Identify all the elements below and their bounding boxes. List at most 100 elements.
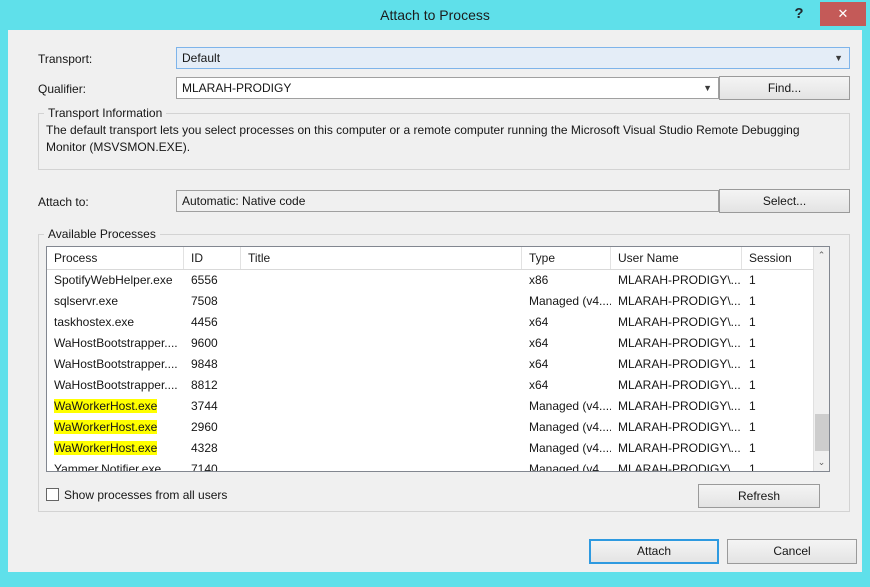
qualifier-label: Qualifier:: [38, 82, 87, 96]
cell-title: [241, 270, 522, 291]
cell-session: 1: [749, 441, 756, 455]
transport-combobox[interactable]: Default ▼: [176, 47, 850, 69]
attach-to-process-dialog: Attach to Process ? ✕ Transport: Default…: [0, 0, 870, 587]
table-row[interactable]: Yammer.Notifier.exe 7140 Managed (v4.... ML…: [47, 459, 813, 472]
cell-type: x64: [529, 336, 549, 350]
cell-title: [241, 438, 522, 459]
qualifier-combobox[interactable]: MLARAH-PRODIGY ▼: [176, 77, 719, 99]
table-row[interactable]: WaHostBootstrapper.... 9600 x64 MLARAH-PROD…: [47, 333, 813, 354]
cell-title: [241, 354, 522, 375]
checkbox-box[interactable]: [46, 488, 59, 501]
highlight-annotation: WaWorkerHost.exe: [54, 441, 158, 455]
cell-id: 9848: [191, 357, 218, 371]
cell-session: 1: [749, 336, 756, 350]
process-list-scrollbar[interactable]: ⌃ ⌄: [813, 247, 829, 471]
cell-type: Managed (v4....: [529, 441, 611, 455]
cell-title: [241, 396, 522, 417]
cell-title: [241, 459, 522, 471]
cell-user: MLARAH-PRODIGY\...: [618, 399, 741, 413]
cell-title: [241, 291, 522, 312]
cell-session: 1: [749, 378, 756, 392]
cell-user: MLARAH-PRODIGY\...: [618, 336, 741, 350]
cell-process: WaWorkerHost.exe: [47, 417, 184, 438]
process-list-body: SpotifyWebHelper.exe 6556 x86 MLARAH-PRODIG…: [47, 270, 813, 472]
highlight-annotation: WaWorkerHost.exe: [54, 399, 158, 413]
attach-to-value: Automatic: Native code: [176, 190, 719, 212]
table-row[interactable]: WaWorkerHost.exe 3744 Managed (v4.... MLARA…: [47, 396, 813, 417]
cell-user: MLARAH-PRODIGY\...: [618, 357, 741, 371]
table-row[interactable]: sqlservr.exe 7508 Managed (v4.... MLARAH-PR…: [47, 291, 813, 312]
cell-session: 1: [749, 357, 756, 371]
scroll-up-icon[interactable]: ⌃: [814, 247, 829, 264]
cell-process: taskhostex.exe: [54, 315, 135, 329]
show-all-users-label: Show processes from all users: [64, 488, 228, 502]
help-icon[interactable]: ?: [786, 0, 812, 28]
transport-value: Default: [182, 51, 221, 65]
refresh-button[interactable]: Refresh: [698, 484, 820, 508]
scrollbar-thumb[interactable]: [815, 414, 829, 451]
table-row[interactable]: WaHostBootstrapper.... 9848 x64 MLARAH-PROD…: [47, 354, 813, 375]
cell-type: Managed (v4....: [529, 294, 611, 308]
cell-type: x86: [529, 273, 549, 287]
column-header-process[interactable]: Process: [47, 247, 184, 269]
process-list[interactable]: Process ID Title Type User Name Session …: [46, 246, 830, 472]
column-header-id[interactable]: ID: [184, 247, 241, 269]
cell-id: 2960: [191, 420, 218, 434]
column-header-session[interactable]: Session: [742, 247, 813, 269]
available-processes-title: Available Processes: [44, 227, 160, 241]
cell-session: 1: [749, 273, 756, 287]
chevron-down-icon: ▼: [834, 53, 843, 63]
cell-user: MLARAH-PRODIGY\...: [618, 378, 741, 392]
table-row[interactable]: SpotifyWebHelper.exe 6556 x86 MLARAH-PRODIG…: [47, 270, 813, 291]
cell-type: x64: [529, 315, 549, 329]
transport-information-title: Transport Information: [44, 106, 167, 120]
cell-id: 7508: [191, 294, 218, 308]
cell-id: 8812: [191, 378, 218, 392]
window-title: Attach to Process: [380, 7, 490, 23]
attach-button[interactable]: Attach: [589, 539, 719, 564]
cell-process: WaHostBootstrapper....: [54, 336, 178, 350]
transport-label: Transport:: [38, 52, 93, 66]
cell-process: WaWorkerHost.exe: [47, 438, 184, 459]
dialog-content: Transport: Default ▼ Qualifier: MLARAH-P…: [8, 30, 862, 572]
cell-id: 6556: [191, 273, 218, 287]
table-row[interactable]: taskhostex.exe 4456 x64 MLARAH-PRODIGY\... 1: [47, 312, 813, 333]
cell-id: 7140: [191, 462, 218, 472]
cell-title: [241, 417, 522, 438]
cell-type: Managed (v4....: [529, 420, 611, 434]
cell-process: sqlservr.exe: [54, 294, 119, 308]
cell-type: Managed (v4....: [529, 399, 611, 413]
cell-title: [241, 375, 522, 396]
cell-user: MLARAH-PRODIGY\...: [618, 294, 741, 308]
column-header-title[interactable]: Title: [241, 247, 522, 269]
transport-information-text: The default transport lets you select pr…: [46, 123, 800, 154]
column-header-user-name[interactable]: User Name: [611, 247, 742, 269]
cell-user: MLARAH-PRODIGY\...: [618, 462, 741, 472]
cell-type: Managed (v4....: [529, 462, 611, 472]
find-button[interactable]: Find...: [719, 76, 850, 100]
cell-process: WaHostBootstrapper....: [54, 357, 178, 371]
table-row[interactable]: WaHostBootstrapper.... 8812 x64 MLARAH-PROD…: [47, 375, 813, 396]
cell-session: 1: [749, 420, 756, 434]
process-list-header: Process ID Title Type User Name Session: [47, 247, 829, 270]
highlight-annotation: WaWorkerHost.exe: [54, 420, 158, 434]
cell-process: Yammer.Notifier.exe: [54, 462, 162, 472]
table-row[interactable]: WaWorkerHost.exe 4328 Managed (v4.... MLARA…: [47, 438, 813, 459]
scroll-down-icon[interactable]: ⌄: [814, 454, 829, 471]
cell-id: 4328: [191, 441, 218, 455]
qualifier-value: MLARAH-PRODIGY: [182, 81, 292, 95]
table-row[interactable]: WaWorkerHost.exe 2960 Managed (v4.... MLARA…: [47, 417, 813, 438]
close-icon[interactable]: ✕: [820, 2, 866, 26]
cell-title: [241, 333, 522, 354]
cell-process: WaWorkerHost.exe: [47, 396, 184, 417]
column-header-type[interactable]: Type: [522, 247, 611, 269]
cell-user: MLARAH-PRODIGY\...: [618, 273, 741, 287]
cell-session: 1: [749, 462, 756, 472]
select-button[interactable]: Select...: [719, 189, 850, 213]
cell-user: MLARAH-PRODIGY\...: [618, 315, 741, 329]
cell-session: 1: [749, 315, 756, 329]
cell-session: 1: [749, 399, 756, 413]
cancel-button[interactable]: Cancel: [727, 539, 857, 564]
cell-type: x64: [529, 357, 549, 371]
title-bar: Attach to Process ? ✕: [0, 0, 870, 30]
